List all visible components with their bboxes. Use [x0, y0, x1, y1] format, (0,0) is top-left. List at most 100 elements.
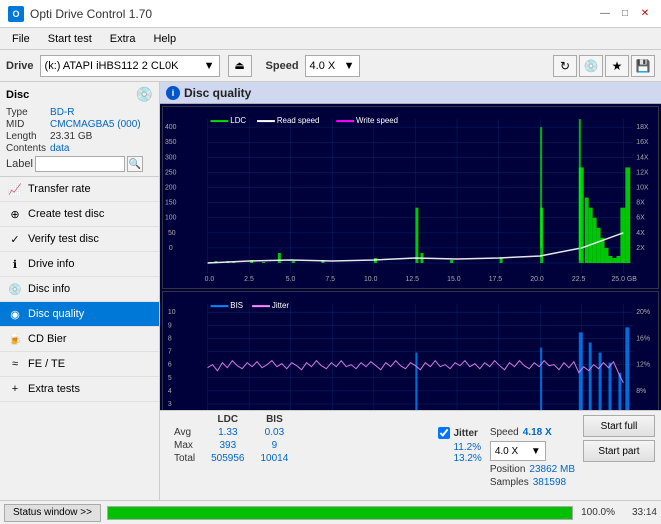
drivebar: Drive (k:) ATAPI iHBS112 2 CL0K ▼ ⏏ Spee… [0, 50, 661, 82]
status-window-button[interactable]: Status window >> [4, 504, 101, 522]
charts-area: LDC Read speed Write speed 400 350 300 2… [160, 104, 661, 410]
svg-text:20.0: 20.0 [530, 276, 544, 283]
svg-text:8X: 8X [636, 200, 645, 207]
svg-text:16X: 16X [636, 139, 649, 146]
mid-val: CMCMAGBA5 (000) [50, 119, 153, 130]
nav-item-disc-quality[interactable]: ◉ Disc quality [0, 302, 159, 327]
svg-text:10.0: 10.0 [364, 276, 378, 283]
create-test-disc-icon: ⊕ [8, 207, 22, 221]
nav-item-fe-te-label: FE / TE [28, 358, 65, 370]
toolbar-star-button[interactable]: ★ [605, 55, 629, 77]
main-area: Disc 💿 Type BD-R MID CMCMAGBA5 (000) Len… [0, 82, 661, 500]
type-val: BD-R [50, 107, 153, 118]
nav-item-drive-info[interactable]: ℹ Drive info [0, 252, 159, 277]
col-ldc: LDC [203, 413, 252, 426]
total-ldc: 505956 [203, 452, 252, 465]
jitter-checkbox[interactable] [438, 427, 450, 439]
drive-value: (k:) ATAPI iHBS112 2 CL0K [45, 60, 179, 72]
svg-text:350: 350 [165, 139, 177, 146]
menubar: File Start test Extra Help [0, 28, 661, 50]
stats-speed-dropdown[interactable]: 4.0 X ▼ [490, 441, 546, 461]
extra-tests-icon: + [8, 382, 22, 396]
svg-text:4X: 4X [636, 230, 645, 237]
avg-bis: 0.03 [253, 426, 297, 439]
svg-text:12X: 12X [636, 169, 649, 176]
start-part-button[interactable]: Start part [583, 440, 655, 462]
max-bis: 9 [253, 439, 297, 452]
svg-text:17.5: 17.5 [489, 276, 503, 283]
menu-file[interactable]: File [4, 31, 38, 47]
svg-text:8: 8 [168, 336, 172, 343]
nav-item-drive-info-label: Drive info [28, 258, 74, 270]
start-full-button[interactable]: Start full [583, 415, 655, 437]
titlebar-left: O Opti Drive Control 1.70 [8, 6, 152, 22]
close-button[interactable]: ✕ [637, 7, 653, 21]
svg-text:12.5: 12.5 [406, 276, 420, 283]
stats-data-table: LDC BIS Avg 1.33 0.03 Max 393 9 Total [166, 413, 296, 465]
svg-text:0: 0 [169, 245, 173, 252]
svg-text:25.0 GB: 25.0 GB [611, 276, 637, 283]
disc-section: Disc 💿 Type BD-R MID CMCMAGBA5 (000) Len… [0, 82, 159, 177]
max-jitter-row: 13.2% [453, 453, 481, 464]
menu-start-test[interactable]: Start test [40, 31, 100, 47]
toolbar-save-button[interactable]: 💾 [631, 55, 655, 77]
jitter-label: Jitter [453, 428, 477, 439]
svg-text:2.5: 2.5 [244, 276, 254, 283]
drive-dropdown[interactable]: (k:) ATAPI iHBS112 2 CL0K ▼ [40, 55, 220, 77]
menu-help[interactable]: Help [145, 31, 184, 47]
sidebar: Disc 💿 Type BD-R MID CMCMAGBA5 (000) Len… [0, 82, 160, 500]
svg-text:4: 4 [168, 388, 172, 395]
nav-item-create-test-disc-label: Create test disc [28, 208, 104, 220]
svg-text:BIS: BIS [230, 301, 243, 310]
nav-item-disc-info[interactable]: 💿 Disc info [0, 277, 159, 302]
nav-item-transfer-rate[interactable]: 📈 Transfer rate [0, 177, 159, 202]
titlebar-controls: — □ ✕ [597, 7, 653, 21]
svg-text:6: 6 [168, 362, 172, 369]
nav-item-verify-test-disc-label: Verify test disc [28, 233, 99, 245]
maximize-button[interactable]: □ [617, 7, 633, 21]
chart-bis: BIS Jitter 10 9 8 7 6 5 4 3 2 1 20% 1 [162, 291, 659, 410]
col-bis: BIS [253, 413, 297, 426]
eject-button[interactable]: ⏏ [228, 55, 252, 77]
disc-quality-header-icon: i [166, 86, 180, 100]
samples-label: Samples [490, 477, 529, 488]
speed-dropdown-arrow: ▼ [344, 60, 355, 72]
fe-te-icon: ≈ [8, 357, 22, 371]
disc-quality-title: Disc quality [184, 86, 251, 100]
titlebar: O Opti Drive Control 1.70 — □ ✕ [0, 0, 661, 28]
drive-label: Drive [6, 60, 34, 72]
label-icon-button[interactable]: 🔍 [127, 156, 143, 172]
cd-bier-icon: 🍺 [8, 332, 22, 346]
minimize-button[interactable]: — [597, 7, 613, 21]
samples-val: 381598 [533, 477, 566, 488]
position-val: 23862 MB [529, 464, 575, 475]
speed-dropdown[interactable]: 4.0 X ▼ [305, 55, 360, 77]
menu-extra[interactable]: Extra [102, 31, 144, 47]
nav-item-extra-tests[interactable]: + Extra tests [0, 377, 159, 402]
svg-text:Jitter: Jitter [272, 301, 289, 310]
disc-header: Disc 💿 [6, 86, 153, 103]
total-label: Total [166, 452, 203, 465]
nav-item-transfer-rate-label: Transfer rate [28, 183, 91, 195]
svg-text:Write speed: Write speed [356, 116, 398, 125]
position-label: Position [490, 464, 526, 475]
nav-item-verify-test-disc[interactable]: ✓ Verify test disc [0, 227, 159, 252]
svg-text:0.0: 0.0 [205, 276, 215, 283]
svg-text:5.0: 5.0 [286, 276, 296, 283]
max-label: Max [166, 439, 203, 452]
stats-speed-dropdown-val: 4.0 X [495, 446, 518, 457]
nav-item-disc-info-label: Disc info [28, 283, 70, 295]
svg-text:18X: 18X [636, 124, 649, 131]
toolbar-refresh-button[interactable]: ↻ [553, 55, 577, 77]
nav-item-cd-bier[interactable]: 🍺 CD Bier [0, 327, 159, 352]
nav-item-fe-te[interactable]: ≈ FE / TE [0, 352, 159, 377]
label-input[interactable] [35, 156, 125, 172]
svg-text:22.5: 22.5 [572, 276, 586, 283]
speed-stat-val: 4.18 X [523, 427, 552, 438]
svg-text:3: 3 [168, 401, 172, 408]
svg-text:15.0: 15.0 [447, 276, 461, 283]
nav-item-create-test-disc[interactable]: ⊕ Create test disc [0, 202, 159, 227]
speed-stat-label: Speed [490, 427, 519, 438]
toolbar-disc-button[interactable]: 💿 [579, 55, 603, 77]
svg-text:50: 50 [168, 230, 176, 237]
